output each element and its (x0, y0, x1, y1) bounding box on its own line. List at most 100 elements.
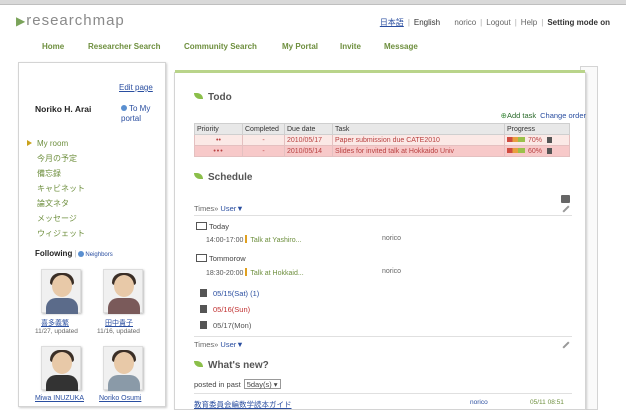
user-dropdown[interactable]: User▼ (220, 340, 243, 349)
tomorrow-row: Tommorow (196, 254, 246, 263)
col-task[interactable]: Task (332, 123, 505, 135)
avatar[interactable] (41, 346, 81, 391)
following-person-name[interactable]: 田中貴子 (105, 318, 133, 328)
japanese-link[interactable]: 日本語 (380, 18, 404, 27)
todo-actions: ⊕Add task Change order (501, 111, 586, 120)
day-link-row[interactable]: 05/15(Sat) (1) (200, 289, 259, 298)
neighbors-link[interactable]: Neighbors (85, 252, 112, 258)
list-item[interactable]: 教育委員会編数学読本ガイド norico 05/11 08:51 (194, 399, 572, 410)
header-links: 日本語 | English norico | Logout | Help | Setting m… (378, 17, 612, 28)
event-marker (245, 235, 248, 243)
col-priority[interactable]: Priority (194, 123, 243, 135)
progress-bar (507, 148, 525, 154)
portal-icon (121, 105, 127, 111)
table-row[interactable]: ••• - 2010/05/14 Slides for invited talk… (194, 145, 570, 157)
to-my-portal-link[interactable]: To My portal (121, 104, 165, 124)
nav-researcher-search[interactable]: Researcher Search (88, 42, 161, 51)
setting-mode-link[interactable]: Setting mode on (547, 18, 610, 27)
separator: | (480, 18, 483, 27)
event-owner: norico (382, 235, 402, 242)
researchmap-logo[interactable]: ▶researchmap (16, 12, 125, 29)
times-link[interactable]: Times» (194, 204, 218, 213)
add-task-link[interactable]: Add task (507, 111, 536, 120)
nav-community-search[interactable]: Community Search (184, 42, 257, 51)
neighbors-icon (78, 250, 85, 257)
row-task[interactable]: Slides for invited talk at Hokkaido Univ (332, 145, 505, 157)
nav-message[interactable]: Message (384, 42, 418, 51)
following-person-name[interactable]: 喜多義繁 (41, 318, 69, 328)
todo-header-row: Priority Completed Due date Task Progres… (194, 123, 570, 135)
today-label: Today (209, 222, 230, 231)
main-panel-top-bar (175, 70, 585, 73)
sidebar: Edit page Noriko H. Arai To My portal My… (18, 62, 166, 407)
period-value: 5day(s) (246, 380, 272, 389)
sidebar-item-my-room[interactable]: My room (25, 136, 160, 151)
day-link[interactable]: 05/17(Mon) (213, 321, 251, 330)
posted-label: posted in past (194, 380, 241, 389)
row-completed[interactable]: - (242, 145, 285, 157)
following-header: Following | Neighbors (35, 249, 113, 258)
event-title[interactable]: Talk at Yashiro... (250, 237, 301, 244)
calendar-icon (196, 222, 207, 230)
change-order-link[interactable]: Change order (540, 111, 586, 120)
news-time: 05/11 08:51 (530, 399, 564, 406)
schedule-event[interactable]: 18:30-20:00 Talk at Hokkaid... norico (206, 268, 401, 277)
news-owner[interactable]: norico (470, 399, 488, 406)
leaf-icon (194, 173, 203, 179)
trash-icon[interactable] (547, 136, 553, 143)
logo-text: researchmap (26, 12, 125, 29)
avatar[interactable] (103, 346, 143, 391)
sidebar-item-messages[interactable]: メッセージ (25, 211, 160, 226)
period-select[interactable]: 5day(s) ▾ (243, 379, 281, 389)
day-link[interactable]: 05/15(Sat) (1) (213, 289, 259, 298)
avatar[interactable] (41, 269, 81, 314)
following-person-updated: 11/16, updated (97, 328, 140, 335)
sidebar-item-paper-ideas[interactable]: 論文ネタ (25, 196, 160, 211)
help-link[interactable]: Help (521, 18, 537, 27)
row-task[interactable]: Paper submission due CATE2010 (332, 134, 505, 146)
avatar-face (52, 275, 72, 297)
nav-home[interactable]: Home (42, 42, 64, 51)
user-dropdown[interactable]: User▼ (220, 204, 243, 213)
avatar-face (114, 352, 134, 374)
col-due-date[interactable]: Due date (284, 123, 333, 135)
news-title[interactable]: 教育委員会編数学読本ガイド (194, 400, 292, 409)
avatar-body (108, 375, 140, 391)
tomorrow-label: Tommorow (209, 254, 246, 263)
col-progress[interactable]: Progress (504, 123, 570, 135)
divider (194, 393, 572, 394)
event-time: 14:00-17:00 (206, 237, 244, 244)
schedule-event[interactable]: 14:00-17:00 Talk at Yashiro... norico (206, 235, 401, 244)
sidebar-item-widgets[interactable]: ウィジェット (25, 226, 160, 241)
day-link-row[interactable]: 05/16(Sun) (200, 305, 250, 314)
nav-my-portal[interactable]: My Portal (282, 42, 318, 51)
table-row[interactable]: •• - 2010/05/17 Paper submission due CAT… (194, 134, 570, 146)
row-completed[interactable]: - (242, 134, 285, 146)
avatar[interactable] (103, 269, 143, 314)
user-link[interactable]: norico (454, 18, 476, 27)
today-row: Today (196, 222, 229, 231)
times-link[interactable]: Times» (194, 340, 218, 349)
english-link[interactable]: English (414, 18, 440, 27)
sidebar-item-monthly-schedule[interactable]: 今月の予定 (25, 151, 160, 166)
print-icon[interactable] (561, 195, 570, 203)
progress-bar (507, 137, 525, 143)
day-link[interactable]: 05/16(Sun) (213, 305, 250, 314)
todo-table: Priority Completed Due date Task Progres… (194, 123, 570, 157)
event-title[interactable]: Talk at Hokkaid... (250, 270, 303, 277)
calendar-icon (200, 321, 207, 329)
following-person-name[interactable]: Noriko Osumi (99, 395, 141, 402)
col-completed[interactable]: Completed (242, 123, 285, 135)
schedule-view-controls-bottom: Times» User▼ (194, 340, 244, 349)
sidebar-item-memo[interactable]: 備忘録 (25, 166, 160, 181)
nav-invite[interactable]: Invite (340, 42, 361, 51)
logout-link[interactable]: Logout (486, 18, 510, 27)
sidebar-item-cabinet[interactable]: キャビネット (25, 181, 160, 196)
following-person-name[interactable]: Miwa INUZUKA (35, 395, 84, 402)
calendar-icon (200, 305, 207, 313)
edit-page-link[interactable]: Edit page (119, 83, 153, 92)
day-link-row[interactable]: 05/17(Mon) (200, 321, 251, 330)
trash-icon[interactable] (547, 147, 553, 154)
event-owner: norico (382, 268, 402, 275)
row-progress-cell: 60% (504, 145, 570, 157)
